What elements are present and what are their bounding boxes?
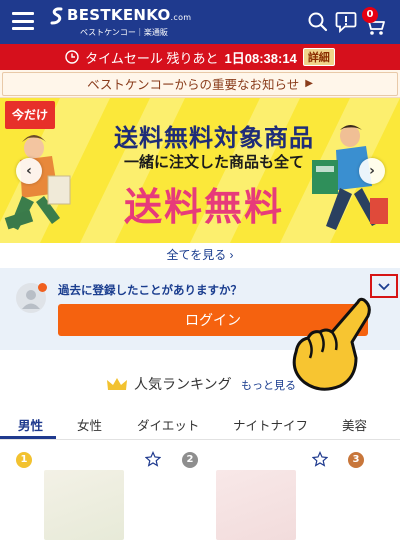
notice-icon[interactable] [334,10,358,34]
expand-login-button[interactable] [370,274,398,298]
notice-border [2,72,398,96]
login-question: 過去に登録したことがありますか？ [58,285,242,297]
ranking-tabs [0,408,400,440]
see-all-link[interactable]: 全てを見る › [0,246,400,266]
ranking-more-link[interactable]: もっと見る [241,377,296,393]
ranking-title: 人気ランキング [134,376,232,392]
limited-time-badge: 今だけ [5,101,55,129]
notification-dot [38,283,47,292]
favorite-star-icon[interactable] [312,451,328,467]
rank-badge-1: 1 [16,452,32,468]
cart-count-badge: 0 [362,7,378,23]
tab-night-knife[interactable]: ナイトナイフ [233,415,308,434]
tab-men[interactable]: 男性 [18,415,43,434]
timesale-detail-button[interactable]: 詳細 [302,48,335,66]
rank-badge-2: 2 [182,452,198,468]
product-image-2[interactable] [216,470,296,540]
banner-subheadline: 一緒に注文した商品も全て [123,154,304,171]
chevron-down-icon [378,283,390,291]
tab-women[interactable]: 女性 [77,415,102,434]
logo-mark-icon [50,7,63,25]
timesale-bar[interactable]: タイムセール 残りあと 1日08:38:14 詳細 [0,44,400,70]
search-icon[interactable] [306,10,330,34]
banner-next-button[interactable]: › [359,158,385,184]
banner-free-shipping: 送料無料 [123,187,284,229]
crown-icon [107,378,127,390]
timesale-countdown: 1日08:38:14 [224,50,297,66]
favorite-star-icon[interactable] [145,451,161,467]
timesale-label: タイムセール 残りあと [85,50,219,66]
clock-icon [65,50,79,64]
tab-beauty[interactable]: 美容 [342,415,367,434]
menu-icon[interactable] [12,12,34,30]
tab-diet[interactable]: ダイエット [137,415,199,434]
banner-prev-button[interactable]: ‹ [16,158,42,184]
page: BESTKENKO.com ベストケンコー｜楽通販 0 タイムセール 残りあと … [0,0,400,550]
banner-headline: 送料無料対象商品 [114,125,314,152]
product-image-1[interactable] [44,470,124,540]
active-tab-indicator [0,436,56,439]
rank-badge-3: 3 [348,452,364,468]
logo-subtitle: ベストケンコー｜楽通販 [80,28,168,37]
logo-text: BESTKENKO.com [67,6,192,24]
site-logo[interactable]: BESTKENKO.com ベストケンコー｜楽通販 [50,6,191,40]
